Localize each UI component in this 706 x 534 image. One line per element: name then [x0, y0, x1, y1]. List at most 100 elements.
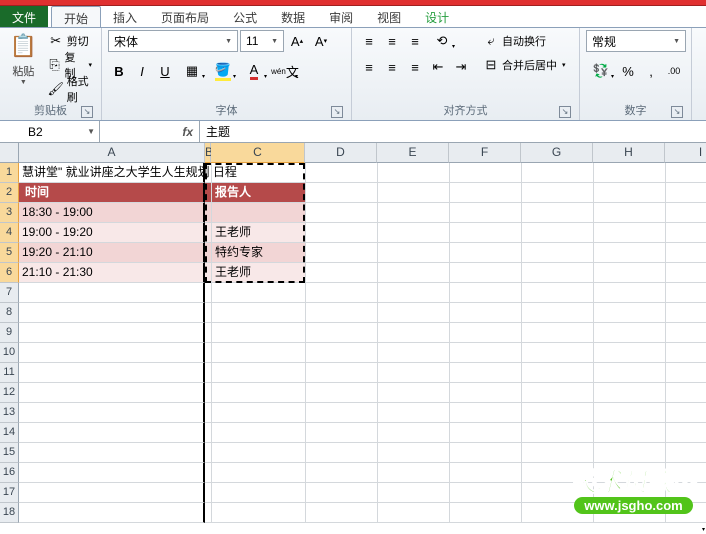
column-header[interactable]: C: [211, 143, 305, 163]
fx-icon[interactable]: fx: [182, 125, 193, 139]
row-headers[interactable]: 123456789101112131415161718: [0, 163, 19, 523]
italic-button[interactable]: I: [131, 60, 153, 82]
cell[interactable]: [378, 203, 450, 223]
name-box[interactable]: B2▼: [0, 121, 100, 142]
cell[interactable]: [306, 303, 378, 323]
cell[interactable]: [306, 443, 378, 463]
cell[interactable]: [594, 203, 666, 223]
cell[interactable]: [212, 483, 306, 503]
cell[interactable]: [378, 323, 450, 343]
align-bottom-button[interactable]: ≡: [404, 30, 426, 52]
column-headers[interactable]: ABCDEFGHI: [19, 143, 706, 163]
cell[interactable]: [306, 403, 378, 423]
cell[interactable]: [522, 323, 594, 343]
cell[interactable]: [594, 263, 666, 283]
comma-button[interactable]: ,: [640, 60, 662, 82]
increase-indent-button[interactable]: ⇥: [450, 56, 472, 78]
cell[interactable]: [212, 203, 306, 223]
row-header[interactable]: 3: [0, 203, 19, 223]
cell[interactable]: [522, 263, 594, 283]
increase-font-button[interactable]: A▴: [286, 30, 308, 52]
cell[interactable]: [450, 243, 522, 263]
cell[interactable]: [666, 223, 706, 243]
row-header[interactable]: 5: [0, 243, 19, 263]
cell[interactable]: [666, 183, 706, 203]
cell[interactable]: [19, 443, 205, 463]
cell[interactable]: [594, 283, 666, 303]
cell[interactable]: [306, 483, 378, 503]
cell[interactable]: [19, 483, 205, 503]
cell[interactable]: [306, 183, 378, 203]
row-header[interactable]: 4: [0, 223, 19, 243]
cell[interactable]: [450, 443, 522, 463]
cell[interactable]: [205, 483, 212, 503]
decrease-font-button[interactable]: A▾: [310, 30, 332, 52]
cell[interactable]: [212, 423, 306, 443]
cell[interactable]: [666, 403, 706, 423]
wrap-text-button[interactable]: ⤶自动换行: [480, 30, 569, 52]
cell[interactable]: [205, 363, 212, 383]
cell[interactable]: [594, 383, 666, 403]
cell[interactable]: [450, 163, 522, 183]
row-header[interactable]: 18: [0, 503, 19, 523]
tab-design[interactable]: 设计: [413, 6, 461, 27]
cell[interactable]: [450, 483, 522, 503]
row-header[interactable]: 16: [0, 463, 19, 483]
cell[interactable]: [212, 463, 306, 483]
row-header[interactable]: 14: [0, 423, 19, 443]
cell[interactable]: [666, 443, 706, 463]
cell[interactable]: [19, 283, 205, 303]
cell[interactable]: [19, 363, 205, 383]
cell[interactable]: [666, 323, 706, 343]
row-header[interactable]: 12: [0, 383, 19, 403]
cell[interactable]: [522, 423, 594, 443]
dialog-launcher-icon[interactable]: ↘: [331, 106, 343, 118]
cell[interactable]: [212, 283, 306, 303]
cell[interactable]: [212, 343, 306, 363]
column-header[interactable]: A: [19, 143, 205, 163]
cell[interactable]: [378, 363, 450, 383]
column-header[interactable]: F: [449, 143, 521, 163]
cell[interactable]: [205, 463, 212, 483]
cell[interactable]: [450, 283, 522, 303]
select-all-corner[interactable]: [0, 143, 19, 163]
cell[interactable]: [306, 163, 378, 183]
cell[interactable]: [450, 343, 522, 363]
cell[interactable]: [378, 243, 450, 263]
tab-insert[interactable]: 插入: [101, 6, 149, 27]
cell[interactable]: 王老师: [212, 263, 306, 283]
cell[interactable]: [378, 423, 450, 443]
tab-review[interactable]: 审阅: [317, 6, 365, 27]
cell[interactable]: [666, 363, 706, 383]
cell[interactable]: [594, 443, 666, 463]
tab-page-layout[interactable]: 页面布局: [149, 6, 221, 27]
cell[interactable]: [666, 303, 706, 323]
cell[interactable]: [306, 243, 378, 263]
cell[interactable]: [205, 323, 212, 343]
cell[interactable]: [594, 223, 666, 243]
cell[interactable]: 19:00 - 19:20: [19, 223, 205, 243]
cell[interactable]: [212, 323, 306, 343]
underline-button[interactable]: U▾: [154, 60, 176, 82]
column-header[interactable]: H: [593, 143, 665, 163]
cell[interactable]: [19, 343, 205, 363]
cell[interactable]: [212, 363, 306, 383]
column-header[interactable]: I: [665, 143, 706, 163]
cell[interactable]: 18:30 - 19:00: [19, 203, 205, 223]
cell[interactable]: [522, 303, 594, 323]
row-header[interactable]: 2: [0, 183, 19, 203]
cell[interactable]: [19, 383, 205, 403]
cell[interactable]: [205, 403, 212, 423]
cell[interactable]: [666, 263, 706, 283]
cell[interactable]: [522, 183, 594, 203]
font-name-combo[interactable]: 宋体▼: [108, 30, 238, 52]
cell[interactable]: 时间: [19, 183, 205, 203]
cell[interactable]: [666, 163, 706, 183]
cell[interactable]: [205, 343, 212, 363]
cell[interactable]: [594, 403, 666, 423]
cell[interactable]: [522, 443, 594, 463]
increase-decimal-button[interactable]: .00: [663, 60, 685, 82]
formula-input[interactable]: 主题: [200, 121, 706, 142]
cell[interactable]: [522, 163, 594, 183]
cell[interactable]: [19, 403, 205, 423]
